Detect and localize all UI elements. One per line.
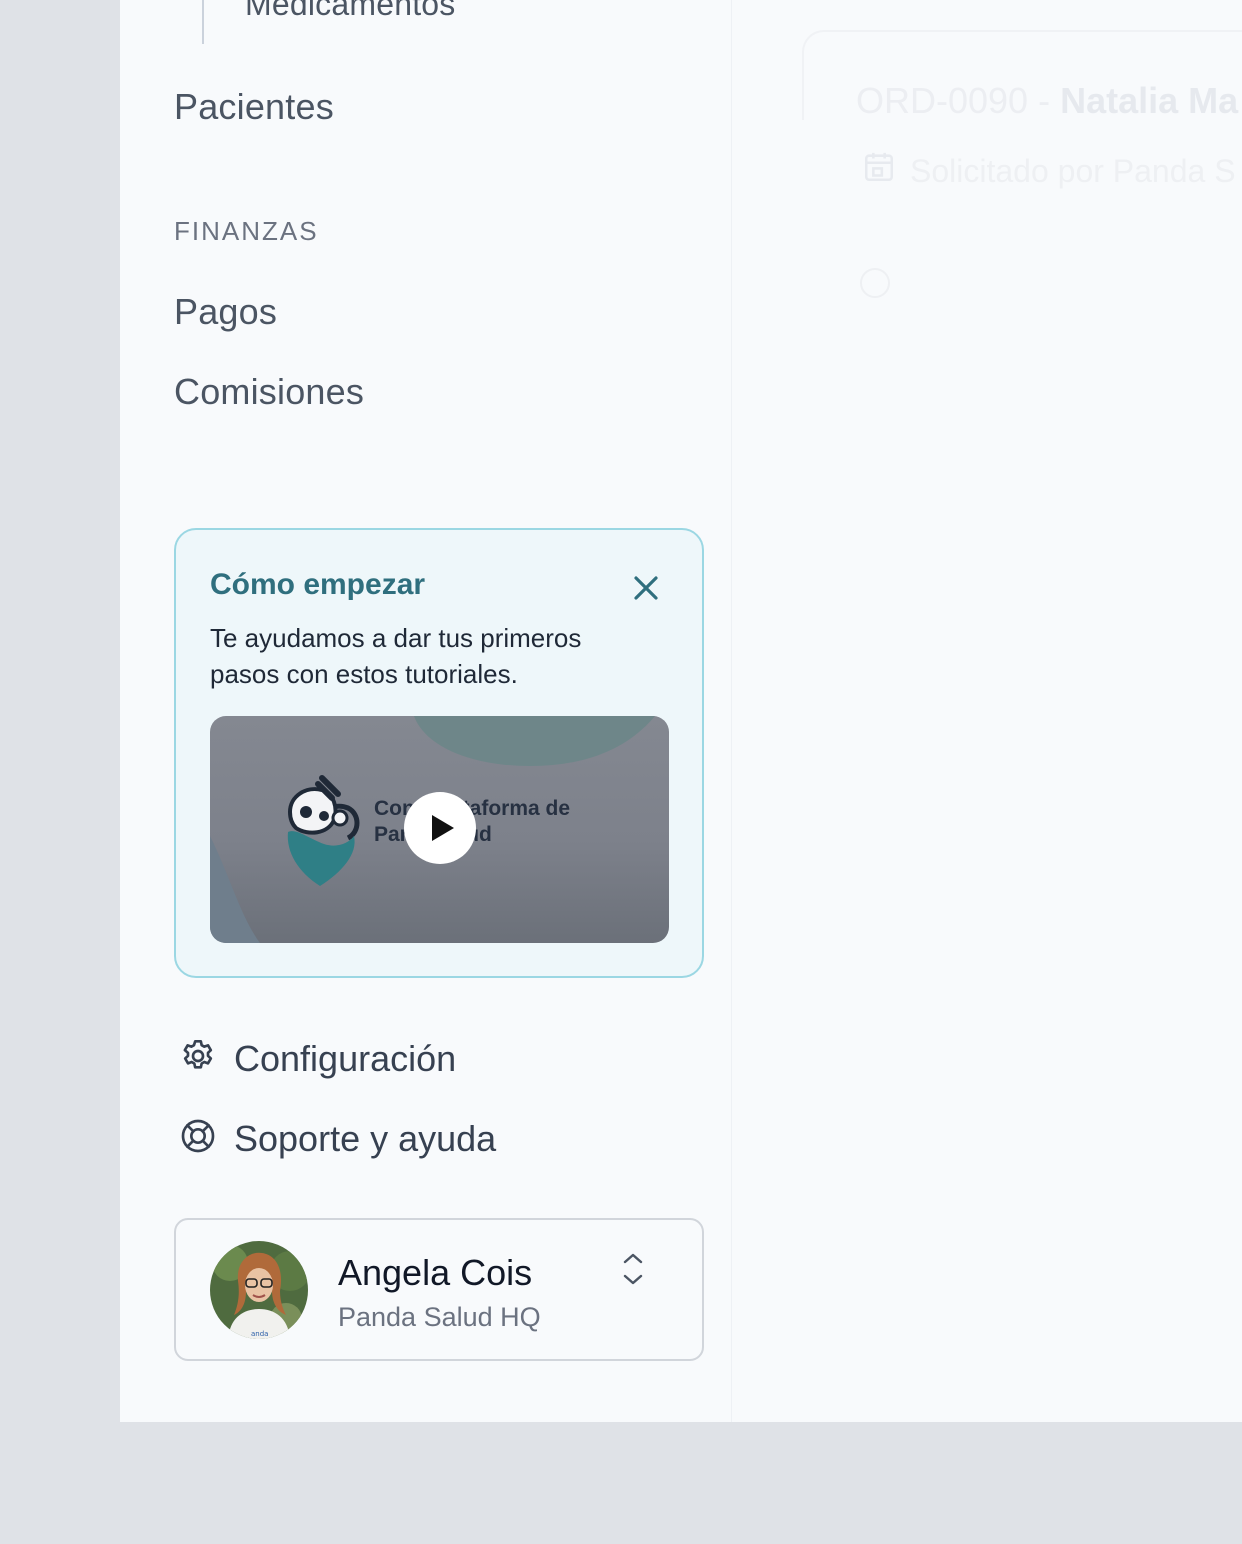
chevron-up-down-icon: [622, 1252, 644, 1291]
close-icon[interactable]: [628, 570, 664, 606]
order-requester: Solicitado por Panda S: [862, 150, 1236, 192]
avatar: anda: [210, 1241, 308, 1339]
order-requester-text: Solicitado por Panda S: [910, 152, 1236, 189]
status-icon: [860, 268, 890, 298]
tree-connector-line: [202, 0, 204, 44]
panda-salud-logo-icon: [287, 775, 360, 886]
gear-icon: [178, 1036, 218, 1081]
getting-started-card: Cómo empezar Te ayudamos a dar tus prime…: [174, 528, 704, 978]
play-icon: [432, 815, 454, 841]
section-label-finanzas: FINANZAS: [174, 216, 319, 246]
sidebar-item-medicamentos[interactable]: Medicamentos: [245, 0, 456, 23]
settings-link[interactable]: Configuración: [178, 1036, 456, 1081]
calendar-icon: [862, 150, 896, 192]
svg-text:anda: anda: [251, 1330, 268, 1338]
sidebar: Medicamentos Pacientes FINANZAS Pagos Co…: [120, 0, 732, 1422]
sidebar-item-comisiones[interactable]: Comisiones: [174, 371, 364, 413]
getting-started-description: Te ayudamos a dar tus primeros pasos con…: [210, 623, 582, 689]
sidebar-item-pagos[interactable]: Pagos: [174, 291, 277, 333]
play-button[interactable]: [404, 792, 476, 864]
user-name: Angela Cois: [338, 1252, 533, 1293]
app-window: Medicamentos Pacientes FINANZAS Pagos Co…: [120, 0, 1242, 1422]
user-organization: Panda Salud HQ: [338, 1302, 541, 1332]
order-id: ORD-0090 -: [856, 80, 1061, 121]
sidebar-item-pacientes[interactable]: Pacientes: [174, 86, 334, 128]
support-link[interactable]: Soporte y ayuda: [178, 1116, 496, 1161]
lifebuoy-icon: [178, 1116, 218, 1161]
user-account-switcher[interactable]: anda Angela Cois Panda Salud HQ: [174, 1218, 704, 1361]
settings-label: Configuración: [234, 1037, 457, 1079]
order-title[interactable]: ORD-0090 - Natalia Ma: [856, 80, 1238, 122]
order-patient: Natalia Ma: [1060, 80, 1239, 121]
getting-started-title: Cómo empezar: [210, 568, 426, 601]
tutorial-video[interactable]: Con plataforma de Par ud: [210, 716, 669, 943]
support-label: Soporte y ayuda: [234, 1117, 497, 1159]
